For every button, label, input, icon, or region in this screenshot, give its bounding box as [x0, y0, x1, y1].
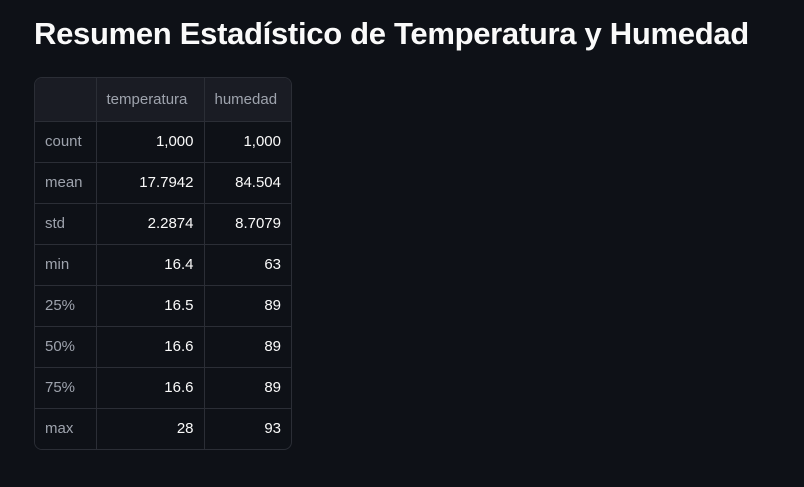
stats-table[interactable]: temperatura humedad count 1,000 1,000 me…: [34, 77, 292, 450]
row-label: mean: [35, 162, 97, 204]
row-label: 50%: [35, 326, 97, 368]
table-row: max 28 93: [35, 408, 291, 449]
table-row: 25% 16.5 89: [35, 285, 291, 327]
cell-temperatura[interactable]: 28: [96, 408, 205, 449]
page-title: Resumen Estadístico de Temperatura y Hum…: [34, 16, 749, 51]
cell-humedad[interactable]: 8.7079: [204, 203, 291, 245]
table-row: mean 17.7942 84.504: [35, 162, 291, 204]
table-row: count 1,000 1,000: [35, 121, 291, 163]
cell-temperatura[interactable]: 1,000: [96, 121, 205, 163]
cell-humedad[interactable]: 1,000: [204, 121, 291, 163]
cell-humedad[interactable]: 63: [204, 244, 291, 286]
table-row: 75% 16.6 89: [35, 367, 291, 409]
row-label: std: [35, 203, 97, 245]
cell-temperatura[interactable]: 17.7942: [96, 162, 205, 204]
cell-humedad[interactable]: 89: [204, 326, 291, 368]
row-label: 75%: [35, 367, 97, 409]
cell-humedad[interactable]: 93: [204, 408, 291, 449]
row-label: min: [35, 244, 97, 286]
cell-temperatura[interactable]: 16.6: [96, 367, 205, 409]
row-label: count: [35, 121, 97, 163]
table-header-row: temperatura humedad: [35, 78, 291, 122]
cell-temperatura[interactable]: 16.4: [96, 244, 205, 286]
cell-humedad[interactable]: 84.504: [204, 162, 291, 204]
index-header: [35, 78, 97, 122]
column-header-temperatura[interactable]: temperatura: [96, 78, 205, 122]
column-header-humedad[interactable]: humedad: [204, 78, 291, 122]
table-row: 50% 16.6 89: [35, 326, 291, 368]
cell-humedad[interactable]: 89: [204, 285, 291, 327]
cell-temperatura[interactable]: 2.2874: [96, 203, 205, 245]
row-label: max: [35, 408, 97, 449]
table-row: min 16.4 63: [35, 244, 291, 286]
table-row: std 2.2874 8.7079: [35, 203, 291, 245]
cell-temperatura[interactable]: 16.5: [96, 285, 205, 327]
row-label: 25%: [35, 285, 97, 327]
dataframe: temperatura humedad count 1,000 1,000 me…: [35, 78, 291, 449]
cell-temperatura[interactable]: 16.6: [96, 326, 205, 368]
cell-humedad[interactable]: 89: [204, 367, 291, 409]
